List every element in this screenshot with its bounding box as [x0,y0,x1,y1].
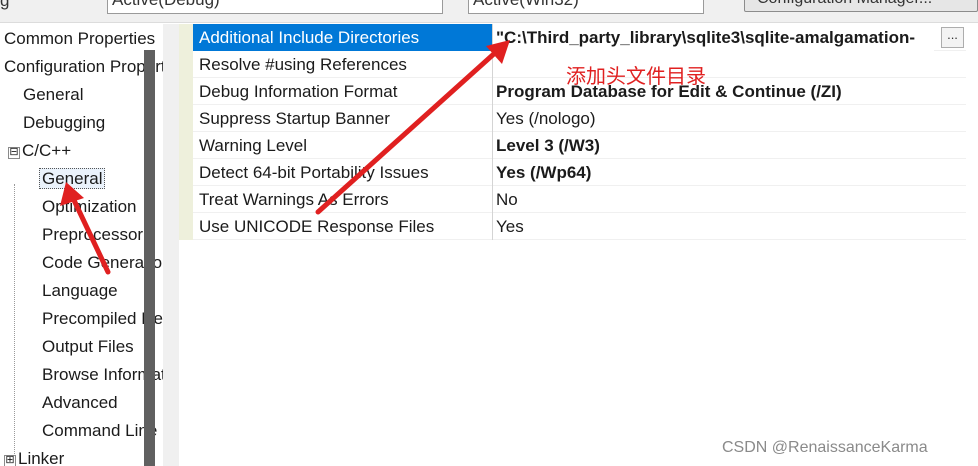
property-name[interactable]: Debug Information Format [199,78,491,105]
tree-item-label: General [23,85,84,104]
tree-item-label: Configuration Properties [4,57,163,76]
column-divider [492,159,493,186]
tree-item-optimization[interactable]: Optimization [42,194,136,220]
property-row-warning-level[interactable]: Warning Level Level 3 (/W3) [179,132,966,159]
tree-item-advanced[interactable]: Advanced [42,390,118,416]
tree-item-cpp-general[interactable]: General [39,166,106,192]
property-name[interactable]: Warning Level [199,132,491,159]
column-divider [492,78,493,105]
property-value[interactable]: No [496,186,936,213]
configuration-manager-button[interactable]: Configuration Manager... [744,0,978,12]
column-divider [492,105,493,132]
property-tree[interactable]: Common Properties Configuration Properti… [0,24,163,466]
tree-item-command-line[interactable]: Command Line [42,418,157,444]
collapse-icon[interactable]: ⊟ [8,147,20,159]
row-margin [179,132,193,159]
tree-item-label: Debugging [23,113,106,132]
tree-item-label: Language [42,281,118,300]
property-value[interactable]: Yes [496,213,936,240]
tree-item-label: Advanced [42,393,118,412]
property-name[interactable]: Suppress Startup Banner [199,105,491,132]
tree-item-label: Output Files [42,337,134,356]
property-value[interactable] [496,51,936,78]
column-divider [492,186,493,213]
configuration-dropdown[interactable]: Active(Debug) [107,0,443,14]
property-grid[interactable]: Additional Include Directories "C:\Third… [179,24,978,466]
tree-item-label: Command Line [42,421,158,440]
tree-item-cpp[interactable]: ⊟ C/C++ [8,138,71,164]
column-divider [492,213,493,240]
ellipsis-icon[interactable]: ... [941,27,964,48]
panel-separator[interactable] [163,24,179,466]
configuration-label: g [0,0,10,10]
column-divider[interactable] [492,24,493,51]
row-margin [179,213,193,240]
property-row-additional-include-directories[interactable]: Additional Include Directories "C:\Third… [179,24,966,51]
property-value[interactable]: Level 3 (/W3) [496,132,936,159]
row-margin [179,78,193,105]
column-divider [492,51,493,78]
property-name[interactable]: Resolve #using References [199,51,491,78]
property-value[interactable]: Yes (/nologo) [496,105,936,132]
property-row-suppress-startup-banner[interactable]: Suppress Startup Banner Yes (/nologo) [179,105,966,132]
expand-icon[interactable]: ⊞ [4,455,16,466]
tree-guide-line [14,184,15,464]
tree-item-configuration-properties[interactable]: Configuration Properties [4,54,163,80]
property-value[interactable]: Yes (/Wp64) [496,159,936,186]
tree-item-common-properties[interactable]: Common Properties [4,26,155,52]
platform-dropdown[interactable]: Active(Win32) [468,0,704,14]
tree-scrollbar[interactable] [144,50,155,466]
tree-item-output-files[interactable]: Output Files [42,334,134,360]
tree-item-label: Preprocessor [42,225,144,244]
tree-item-label: C/C++ [22,141,72,160]
property-name[interactable]: Additional Include Directories [193,24,492,51]
property-name[interactable]: Treat Warnings As Errors [199,186,491,213]
property-name[interactable]: Use UNICODE Response Files [199,213,491,240]
tree-item-label: General [39,168,106,189]
configuration-toolbar: g Active(Debug) Active(Win32) Configurat… [0,0,978,23]
column-divider [492,132,493,159]
tree-item-language[interactable]: Language [42,278,118,304]
tree-item-preprocessor[interactable]: Preprocessor [42,222,143,248]
tree-item-label: Common Properties [4,29,156,48]
property-row-use-unicode-response-files[interactable]: Use UNICODE Response Files Yes [179,213,966,240]
row-margin [179,51,193,78]
watermark: CSDN @RenaissanceKarma [722,439,928,456]
row-margin [179,24,193,51]
tree-item-label: Optimization [42,197,137,216]
annotation-text: 添加头文件目录 [566,66,706,88]
row-margin [179,186,193,213]
row-margin [179,159,193,186]
property-value[interactable]: Program Database for Edit & Continue (/Z… [496,78,936,105]
tree-item-label: Linker [18,449,65,466]
tree-item-general[interactable]: General [23,82,83,108]
tree-item-debugging[interactable]: Debugging [23,110,105,136]
property-row-detect-64bit-portability[interactable]: Detect 64-bit Portability Issues Yes (/W… [179,159,966,186]
property-row-treat-warnings-as-errors[interactable]: Treat Warnings As Errors No [179,186,966,213]
tree-item-linker[interactable]: ⊞ Linker [4,446,64,466]
property-value-input[interactable]: "C:\Third_party_library\sqlite3\sqlite-a… [496,24,934,51]
row-margin [179,105,193,132]
property-name[interactable]: Detect 64-bit Portability Issues [199,159,491,186]
